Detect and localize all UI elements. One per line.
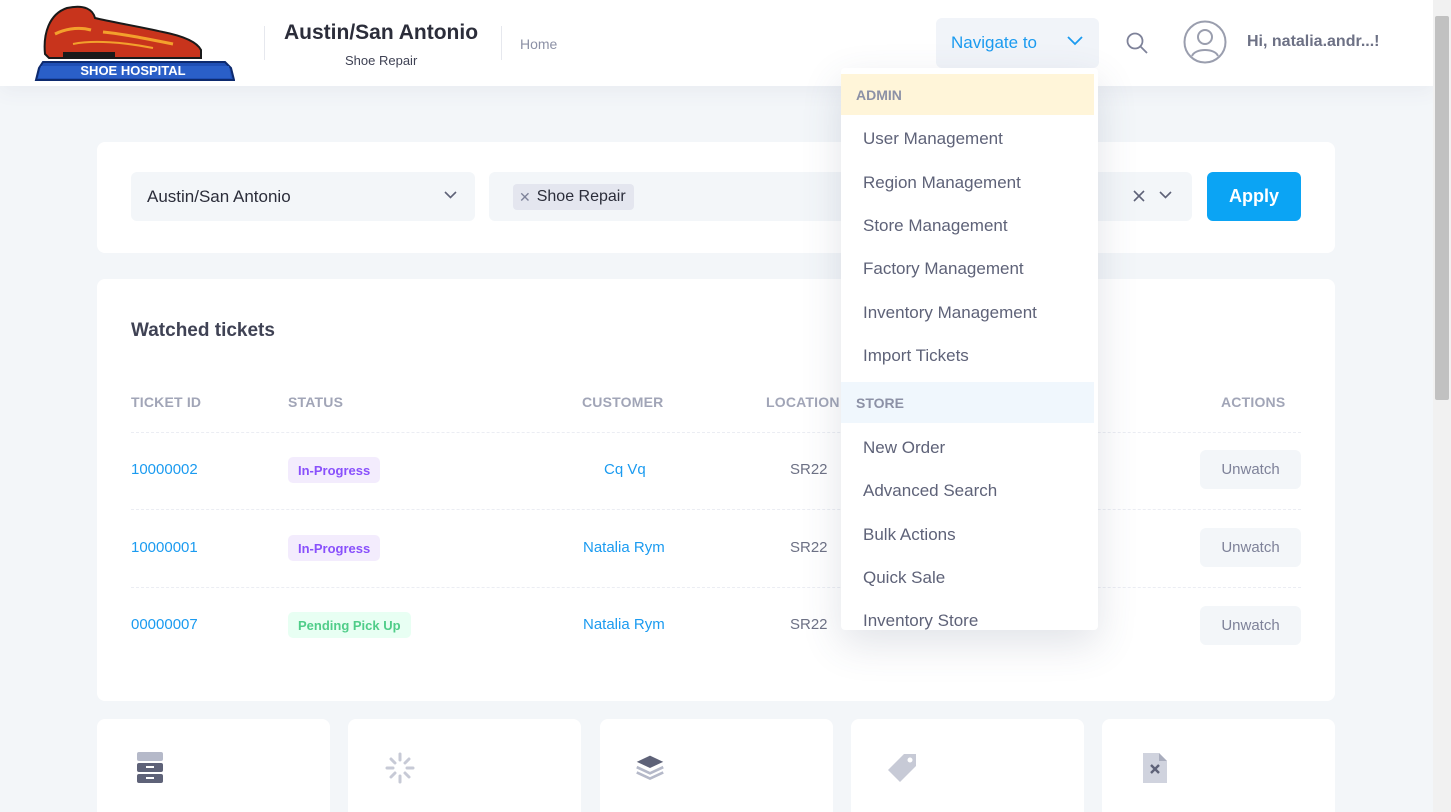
clear-icon[interactable] (1132, 189, 1146, 203)
price-tag-icon (888, 754, 916, 782)
unwatch-button[interactable]: Unwatch (1200, 450, 1301, 489)
brand-title: Austin/San Antonio (284, 21, 479, 44)
home-link[interactable]: Home (520, 36, 557, 52)
logo-text: SHOE HOSPITAL (80, 63, 185, 78)
menu-item-import-tickets[interactable]: Import Tickets (863, 346, 969, 366)
ticket-id-link[interactable]: 00000007 (131, 616, 198, 633)
file-delete-icon (1143, 753, 1167, 783)
status-badge: Pending Pick Up (288, 612, 411, 638)
menu-item-region-management[interactable]: Region Management (863, 173, 1021, 193)
unwatch-button[interactable]: Unwatch (1200, 606, 1301, 645)
location-value: SR22 (790, 461, 828, 478)
menu-item-quick-sale[interactable]: Quick Sale (863, 568, 945, 588)
row-divider (131, 509, 1301, 510)
customer-link[interactable]: Natalia Rym (583, 616, 665, 633)
scrollbar-thumb[interactable] (1435, 16, 1449, 400)
user-avatar-icon[interactable] (1183, 20, 1227, 64)
menu-item-inventory-management[interactable]: Inventory Management (863, 303, 1037, 323)
remove-tag-icon[interactable]: ✕ (519, 189, 531, 206)
status-badge: In-Progress (288, 457, 381, 483)
loading-spinner-icon (385, 752, 415, 784)
menu-item-advanced-search[interactable]: Advanced Search (863, 481, 997, 501)
column-header-customer: CUSTOMER (582, 394, 664, 410)
column-header-actions: ACTIONS (1221, 394, 1286, 410)
menu-item-store-management[interactable]: Store Management (863, 216, 1008, 236)
dashboard-tile[interactable] (97, 719, 330, 812)
row-divider (131, 432, 1301, 433)
menu-item-factory-management[interactable]: Factory Management (863, 259, 1024, 279)
chevron-down-icon (1159, 191, 1172, 199)
chevron-down-icon (1067, 36, 1083, 46)
column-header-ticket-id: TICKET ID (131, 394, 202, 410)
menu-section-admin: ADMIN (841, 74, 1094, 115)
user-greeting[interactable]: Hi, natalia.andr...! (1247, 33, 1379, 51)
column-header-status: STATUS (288, 394, 344, 410)
unwatch-button[interactable]: Unwatch (1200, 528, 1301, 567)
menu-item-bulk-actions[interactable]: Bulk Actions (863, 525, 956, 545)
location-value: SR22 (790, 539, 828, 556)
row-divider (131, 587, 1301, 588)
ticket-id-link[interactable]: 10000002 (131, 461, 198, 478)
apply-button[interactable]: Apply (1207, 172, 1301, 221)
ticket-id-link[interactable]: 10000001 (131, 539, 198, 556)
customer-link[interactable]: Cq Vq (604, 461, 646, 478)
archive-drawers-icon (137, 752, 163, 783)
customer-link[interactable]: Natalia Rym (583, 539, 665, 556)
region-select[interactable]: Austin/San Antonio (131, 172, 475, 221)
navigate-to-label: Navigate to (951, 33, 1037, 52)
header-divider (501, 26, 502, 60)
watched-tickets-title: Watched tickets (131, 320, 275, 341)
navigate-to-button[interactable]: Navigate to (936, 18, 1099, 68)
status-badge: In-Progress (288, 535, 381, 561)
shoe-hospital-logo[interactable]: SHOE HOSPITAL (33, 4, 235, 84)
menu-item-user-management[interactable]: User Management (863, 129, 1003, 149)
column-header-location: LOCATION (766, 394, 840, 410)
brand-subtitle: Shoe Repair (345, 53, 418, 68)
watched-tickets-card (97, 279, 1335, 701)
navigate-dropdown-menu: ADMIN User Management Region Management … (841, 68, 1098, 630)
top-header: SHOE HOSPITAL Austin/San Antonio Shoe Re… (0, 0, 1433, 86)
dashboard-tile[interactable] (851, 719, 1084, 812)
search-icon[interactable] (1125, 31, 1149, 55)
chevron-down-icon (444, 191, 457, 199)
dashboard-tile[interactable] (1102, 719, 1335, 812)
region-select-value: Austin/San Antonio (147, 186, 291, 206)
service-type-tag: ✕ Shoe Repair (513, 184, 634, 210)
header-divider (264, 26, 265, 60)
menu-item-new-order[interactable]: New Order (863, 438, 945, 458)
service-type-tag-label: Shoe Repair (536, 188, 626, 205)
layers-stack-icon (636, 755, 664, 781)
dashboard-tile[interactable] (348, 719, 581, 812)
location-value: SR22 (790, 616, 828, 633)
menu-item-inventory-store[interactable]: Inventory Store (863, 611, 978, 630)
menu-section-store: STORE (841, 382, 1094, 423)
